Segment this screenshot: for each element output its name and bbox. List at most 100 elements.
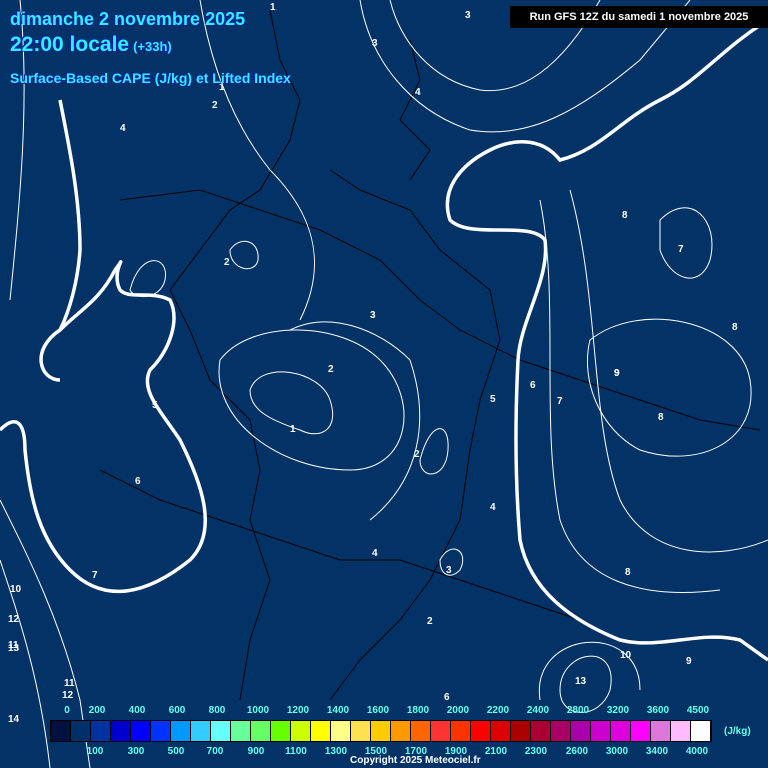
legend-label-top: 1200 [286,705,310,716]
legend-label-bottom: 1300 [324,746,348,757]
contour-label: 2 [427,616,433,627]
contour-label: 2 [224,257,230,268]
legend-swatch [371,721,391,741]
legend-swatch [411,721,431,741]
contour-label: 1 [270,2,276,13]
contour-label: 6 [444,692,450,703]
legend-label-top: 4500 [686,705,710,716]
legend-label-bottom: 2600 [565,746,589,757]
legend-label-top: 1400 [326,705,350,716]
contour-label: 1 [290,424,296,435]
legend-swatch [651,721,671,741]
legend-swatch [431,721,451,741]
contour-label: 12 [62,690,74,701]
contour-label: 14 [8,714,20,725]
contour-label: 13 [575,676,587,687]
legend-label-top: 3200 [606,705,630,716]
legend-label-bottom: 300 [127,746,145,757]
parameter-title: Surface-Based CAPE (J/kg) et Lifted Inde… [10,70,291,86]
contour-label: 9 [614,368,620,379]
legend-swatch [51,721,71,741]
contour-label: 10 [10,584,22,595]
contour-labels: 1234567891011121314123456789324687813109… [8,2,738,725]
legend-label-bottom: 1100 [285,746,307,757]
contour-label: 7 [92,570,98,581]
contour-label: 2 [414,449,420,460]
legend-swatch [571,721,591,741]
legend-swatch [551,721,571,741]
legend-label-top: 400 [128,705,146,716]
legend-swatch [631,721,651,741]
contour-label: 9 [686,656,692,667]
contour-label: 4 [490,502,496,513]
contour-label: 2 [328,364,334,375]
legend-label-top: 200 [88,705,106,716]
legend-unit: (J/kg) [724,726,751,737]
legend-swatch [511,721,531,741]
legend-label-bottom: 2300 [524,746,548,757]
contour-label: 8 [622,210,628,221]
legend-label-top: 2800 [566,705,590,716]
legend-swatch [111,721,131,741]
legend-label-bottom: 4000 [685,746,709,757]
contour-label: 5 [490,394,496,405]
legend-swatch [271,721,291,741]
contour-label: 4 [120,123,126,134]
contour-label: 3 [370,310,376,321]
contour-label: 4 [372,548,378,559]
legend-label-top: 2200 [486,705,510,716]
legend-swatch [691,721,711,741]
legend-swatch [471,721,491,741]
legend-swatch [531,721,551,741]
contour-label: 3 [372,38,378,49]
legend-swatch [171,721,191,741]
legend-swatch [91,721,111,741]
legend-label-bottom: 700 [206,746,224,757]
legend-swatch [451,721,471,741]
legend-swatch [331,721,351,741]
lead-time: (+33h) [133,39,172,54]
legend-label-bottom: 900 [247,746,265,757]
legend-label-top: 2000 [446,705,470,716]
contour-label: 8 [658,412,664,423]
legend-label-top: 1800 [406,705,430,716]
contour-label: 5 [152,400,158,411]
legend-label-top: 1000 [246,705,270,716]
forecast-date: dimanche 2 novembre 2025 [10,9,246,29]
contour-label: 6 [135,476,141,487]
legend-label-top: 0 [64,705,70,716]
legend-label-bottom: 100 [86,746,104,757]
legend-label-top: 600 [168,705,186,716]
contour-label: 8 [625,567,631,578]
contour-label: 3 [465,10,471,21]
contour-label: 10 [620,650,632,661]
copyright: Copyright 2025 Meteociel.fr [350,755,481,766]
legend-label-bottom: 3400 [645,746,669,757]
color-legend [50,720,712,742]
legend-swatch [291,721,311,741]
legend-label-bottom: 3000 [605,746,629,757]
legend-label-bottom: 2100 [484,746,508,757]
legend-swatch [191,721,211,741]
legend-swatch [251,721,271,741]
contour-label: 3 [446,565,452,576]
legend-swatch [211,721,231,741]
coastlines-borders [99,9,761,701]
cape-contours [0,0,768,768]
legend-swatch [611,721,631,741]
legend-swatch [231,721,251,741]
local-time: 22:00 locale [10,33,130,56]
forecast-time: 22:00 locale (+33h) [10,33,172,57]
legend-label-top: 1600 [366,705,390,716]
contour-label: 7 [678,244,684,255]
contour-label: 12 [8,614,20,625]
contour-label: 11 [64,678,75,689]
legend-label-top: 800 [208,705,226,716]
legend-label-top: 2400 [526,705,550,716]
legend-swatch [71,721,91,741]
contour-label: 2 [212,100,218,111]
contour-label: 7 [557,396,563,407]
legend-swatch [391,721,411,741]
legend-swatch [351,721,371,741]
legend-swatch [311,721,331,741]
